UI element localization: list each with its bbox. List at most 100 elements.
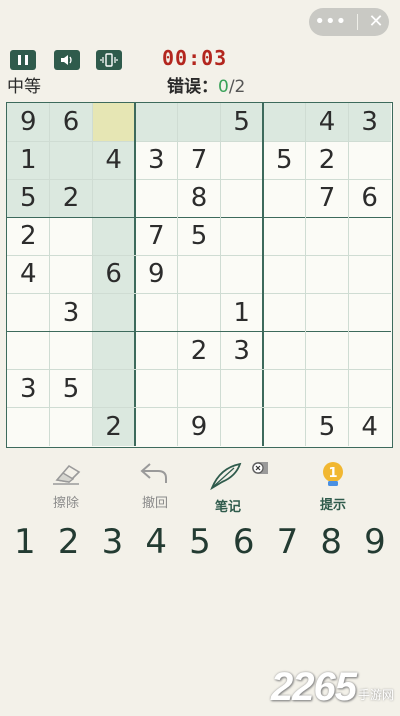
board-cell[interactable] [220,179,263,217]
board-cell[interactable] [306,217,349,255]
board-cell[interactable]: 6 [92,255,135,294]
board-cell[interactable] [50,332,93,370]
board-cell[interactable]: 5 [178,217,221,255]
erase-button[interactable]: 擦除 [36,460,96,511]
board-cell[interactable]: 2 [306,141,349,179]
board-cell[interactable] [177,103,221,142]
board-cell[interactable] [348,255,391,293]
board-cell[interactable] [306,294,349,332]
close-icon[interactable]: ✕ [369,13,384,31]
board-cell[interactable] [7,294,50,332]
board-cell[interactable]: 1 [220,294,263,332]
board-cell[interactable]: 2 [7,217,50,255]
board-cell[interactable]: 5 [220,103,263,142]
board-cell[interactable] [7,408,50,446]
board-cell[interactable] [306,255,349,293]
board-cell[interactable] [7,332,50,370]
sound-button[interactable] [54,50,80,70]
board-cell[interactable] [220,370,263,408]
board-cell[interactable]: 7 [135,217,178,255]
board-cell[interactable] [220,255,263,293]
mistakes-max: /2 [228,77,246,97]
board-cell[interactable]: 8 [178,179,221,217]
board-cell[interactable] [348,217,391,255]
hint-button[interactable]: 1 提示 [303,460,363,513]
board-cell[interactable] [348,332,391,370]
numpad-key[interactable]: 5 [180,520,220,564]
board-cell[interactable]: 5 [306,408,349,446]
board-cell[interactable]: 5 [7,179,50,218]
board-cell[interactable] [50,217,93,255]
board-cell[interactable] [263,332,306,370]
board-cell[interactable]: 4 [7,255,50,293]
board-cell[interactable] [348,141,391,179]
board-cell[interactable]: 6 [49,103,93,142]
board-cell[interactable]: 3 [348,103,391,142]
more-icon[interactable]: ••• [314,13,346,31]
board-cell[interactable] [92,103,135,142]
board-cell[interactable]: 4 [305,103,349,142]
board-cell[interactable] [263,370,306,408]
board-cell[interactable] [178,370,221,408]
board-cell[interactable] [220,408,263,446]
board-cell[interactable] [220,141,263,179]
board-cell[interactable]: 6 [348,179,391,217]
board-cell[interactable] [135,179,178,217]
board-cell[interactable] [49,141,93,180]
board-cell[interactable] [50,408,93,446]
board-cell[interactable] [348,294,391,332]
numpad-key[interactable]: 3 [92,520,132,564]
board-cell[interactable]: 2 [92,407,135,446]
board-cell[interactable]: 9 [7,103,50,142]
board-cell[interactable]: 4 [92,141,135,180]
vibrate-button[interactable] [96,50,122,70]
board-cell[interactable]: 4 [348,408,391,446]
board-cell[interactable] [135,332,178,370]
numpad-key[interactable]: 4 [136,520,176,564]
board-cell[interactable]: 3 [7,370,50,408]
board-cell[interactable]: 9 [178,408,221,446]
board-cell[interactable] [135,294,178,332]
board-cell[interactable] [348,370,391,408]
board-cell[interactable] [306,370,349,408]
numpad-key[interactable]: 1 [5,520,45,564]
board-cell[interactable] [306,332,349,370]
board-cell[interactable]: 9 [135,255,178,293]
numpad-key[interactable]: 2 [49,520,89,564]
board-cell[interactable]: 3 [135,141,178,179]
board-cell[interactable] [50,255,93,293]
board-cell[interactable] [178,255,221,293]
board-cell[interactable]: 3 [50,294,93,332]
board-cell[interactable] [263,179,306,217]
board-cell[interactable] [263,217,306,255]
numpad-key[interactable]: 6 [224,520,264,564]
board-cell[interactable] [220,217,263,255]
board-cell[interactable] [92,217,135,256]
board-cell[interactable]: 7 [178,141,221,179]
board-cell[interactable]: 5 [263,141,306,179]
board-cell[interactable] [263,255,306,293]
board-cell[interactable] [178,294,221,332]
board-cell[interactable] [135,370,178,408]
numpad-key[interactable]: 9 [355,520,395,564]
numpad-key[interactable]: 7 [267,520,307,564]
board-cell[interactable] [92,369,135,408]
board-cell[interactable]: 3 [220,332,263,370]
board-cell[interactable] [263,103,306,142]
board-cell[interactable] [263,294,306,332]
pause-button[interactable] [10,50,36,70]
board-cell[interactable] [92,293,135,332]
board-cell[interactable]: 1 [7,141,50,180]
board-cell[interactable]: 2 [178,332,221,370]
board-cell[interactable]: 7 [306,179,349,217]
board-cell[interactable]: 2 [49,179,93,218]
board-cell[interactable] [92,179,135,218]
board-cell[interactable] [92,331,135,370]
board-cell[interactable]: 5 [50,370,93,408]
note-button[interactable]: 笔记 [198,460,276,515]
numpad-key[interactable]: 8 [311,520,351,564]
board-cell[interactable] [263,408,306,446]
undo-button[interactable]: 撤回 [125,460,185,511]
board-cell[interactable] [135,408,178,446]
board-cell[interactable] [135,103,178,142]
